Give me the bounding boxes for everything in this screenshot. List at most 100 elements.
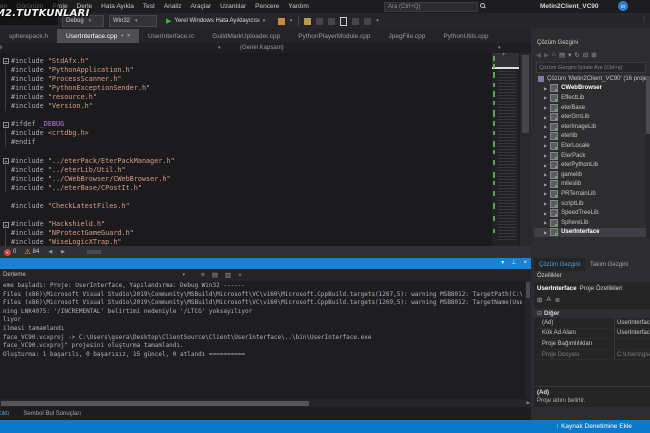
expand-arrow-icon[interactable]: ▶: [544, 230, 547, 235]
code-editor[interactable]: #include "StdAfx.h" #include "PythonAppli…: [0, 53, 531, 246]
project-node-eterImageLib[interactable]: ▶ eterImageLib: [534, 122, 646, 132]
forward-icon[interactable]: ▶: [544, 51, 549, 59]
project-node-EterPack[interactable]: ▶ EterPack: [534, 151, 646, 161]
scrollbar-thumb[interactable]: [522, 55, 529, 133]
expand-arrow-icon[interactable]: ▶: [544, 134, 547, 139]
goto-message-icon[interactable]: ≡: [201, 272, 205, 279]
menu-item-pencere[interactable]: Pencere: [251, 1, 284, 12]
chevron-down-icon[interactable]: ▾: [498, 45, 501, 51]
solution-explorer-scrollbar[interactable]: [646, 74, 650, 238]
account-avatar[interactable]: IO: [618, 1, 628, 11]
expand-arrow-icon[interactable]: ▶: [544, 153, 547, 158]
close-icon[interactable]: ×: [127, 33, 130, 39]
editor-tab-spherepack.h[interactable]: spherepack.h: [0, 29, 57, 43]
copy-output-icon[interactable]: ▤: [212, 271, 218, 279]
project-node-eterBase[interactable]: ▶ eterBase: [534, 103, 646, 113]
word-wrap-icon[interactable]: ▥: [225, 271, 231, 279]
expand-arrow-icon[interactable]: ▶: [544, 211, 547, 216]
explorer-tab-Takım Gezgini[interactable]: Takım Gezgini: [585, 258, 633, 271]
menu-item-yardım[interactable]: Yardım: [284, 1, 313, 12]
project-node-EffectLib[interactable]: ▶ EffectLib: [534, 93, 646, 103]
back-icon[interactable]: ◀: [536, 51, 541, 59]
expand-arrow-icon[interactable]: ▶: [544, 220, 547, 225]
window-position-icon[interactable]: ▾: [501, 259, 504, 268]
add-to-source-control-button[interactable]: Kaynak Denetimine Ekle: [556, 423, 632, 430]
next-issue-icon[interactable]: ▶: [61, 249, 65, 255]
project-node-eterGrnLib[interactable]: ▶ eterGrnLib: [534, 112, 646, 122]
project-node-CWebBrowser[interactable]: ▶ CWebBrowser: [534, 84, 646, 94]
outline-collapse-icon[interactable]: [0, 56, 11, 65]
expand-arrow-icon[interactable]: ▶: [544, 191, 547, 196]
open-folder-icon[interactable]: [304, 17, 312, 25]
project-node-PRTerrainLib[interactable]: ▶ PRTerrainLib: [534, 189, 646, 199]
search-icon[interactable]: [480, 3, 485, 8]
member-dropdown[interactable]: (Genel Kapsam): [240, 45, 284, 51]
tool-tab-Çıktı[interactable]: Çıktı: [0, 411, 16, 417]
expand-arrow-icon[interactable]: ▶: [544, 105, 547, 110]
expand-arrow-icon[interactable]: ▶: [544, 163, 547, 168]
collapse-all-icon[interactable]: ⊟: [583, 51, 588, 59]
property-row-Proje Dosyası[interactable]: Proje DosyasıC:\Users\gsera\: [534, 349, 650, 361]
outline-collapse-icon[interactable]: [0, 156, 11, 165]
properties-section-header[interactable]: Diğer: [534, 309, 650, 318]
expand-arrow-icon[interactable]: ▶: [544, 143, 547, 148]
project-node-SphereLib[interactable]: ▶ SphereLib: [534, 218, 646, 228]
project-node-SpeedTreeLib[interactable]: ▶ SpeedTreeLib: [534, 208, 646, 218]
scrollbar-thumb[interactable]: [1, 400, 309, 406]
clear-all-icon[interactable]: ×: [238, 272, 242, 279]
menu-item-test[interactable]: Test: [138, 1, 159, 12]
split-editor-icon[interactable]: +: [502, 53, 506, 58]
outline-collapse-icon[interactable]: [0, 220, 11, 229]
show-all-files-icon[interactable]: ⊞: [591, 51, 596, 59]
project-node-eterPythonLib[interactable]: ▶ eterPythonLib: [534, 160, 646, 170]
error-icon[interactable]: ×: [4, 248, 11, 256]
editor-tab-JpegFile.cpp[interactable]: JpegFile.cpp: [380, 29, 435, 43]
feedback-icon[interactable]: [277, 17, 285, 25]
categorized-icon[interactable]: ⊞: [537, 296, 542, 304]
switch-views-icon[interactable]: ▤: [559, 51, 565, 59]
property-row-Kök Ad Alanı[interactable]: Kök Ad Alanı UserInterface: [534, 328, 650, 340]
editor-tab-PythonUtils.cpp[interactable]: PythonUtils.cpp: [434, 29, 497, 43]
editor-tab-PythonPlayerModule.cpp[interactable]: PythonPlayerModule.cpp: [289, 29, 379, 43]
output-title-bar[interactable]: Çıktı ▾ ⊥ ×: [0, 258, 531, 269]
project-node-eterlib[interactable]: ▶ eterlib: [534, 132, 646, 142]
solution-explorer-search-input[interactable]: Çözüm Gezgini İçinde Ara (Ctrl+ş): [536, 62, 646, 73]
scroll-right-arrow-icon[interactable]: ▶: [527, 400, 530, 406]
pin-icon[interactable]: ▪: [121, 33, 123, 39]
auto-hide-pin-icon[interactable]: ⊥: [511, 259, 516, 268]
project-node-gamelib[interactable]: ▶ gamelib: [534, 170, 646, 180]
project-node-UserInterface[interactable]: ▶ UserInterface: [534, 227, 646, 238]
editor-vertical-scrollbar[interactable]: [520, 53, 531, 246]
previous-issue-icon[interactable]: ◀: [48, 249, 52, 255]
scrollbar-thumb[interactable]: [646, 76, 650, 134]
toolbar-overflow-icon[interactable]: ⋮: [641, 16, 647, 23]
tool-tab-Sembol Bul Sonuçları[interactable]: Sembol Bul Sonuçları: [16, 411, 88, 417]
editor-tab-GuildMarkUploader.cpp[interactable]: GuildMarkUploader.cpp: [203, 29, 289, 43]
close-icon[interactable]: ×: [523, 259, 527, 268]
menu-item-araçlar[interactable]: Araçlar: [186, 1, 216, 12]
expand-arrow-icon[interactable]: ▶: [544, 115, 547, 120]
explorer-tab-Çözüm Gezgini[interactable]: Çözüm Gezgini: [534, 258, 586, 271]
quick-search-input[interactable]: Ara (Ctrl+Q): [384, 2, 478, 12]
outline-collapse-icon[interactable]: [0, 120, 11, 129]
property-pages-icon[interactable]: ≣: [555, 296, 560, 304]
caret-icon[interactable]: ▾: [568, 51, 571, 59]
chevron-down-icon[interactable]: ▾: [218, 45, 221, 51]
expand-arrow-icon[interactable]: ▶: [544, 201, 547, 206]
caret-icon[interactable]: ▾: [290, 18, 293, 25]
navigate-back-icon[interactable]: [316, 17, 324, 25]
solution-root-node[interactable]: Çözüm 'Metin2Client_VC90' (16 proje: [534, 74, 646, 84]
prev-bookmark-icon[interactable]: [352, 17, 360, 25]
property-row-Proje Bağımlılıkları[interactable]: Proje Bağımlılıkları: [534, 339, 650, 350]
output-log[interactable]: eme başladı: Proje: UserInterface, Yapıl…: [3, 282, 522, 398]
menu-item-hata-ayıkla[interactable]: Hata Ayıkla: [97, 1, 139, 12]
property-row-(Ad)[interactable]: (Ad) UserInterface: [534, 318, 650, 329]
menu-item-analiz[interactable]: Analiz: [159, 1, 186, 12]
alphabetical-icon[interactable]: A: [546, 296, 550, 304]
next-bookmark-icon[interactable]: [364, 17, 372, 25]
project-node-scriptLib[interactable]: ▶ scriptLib: [534, 199, 646, 209]
home-icon[interactable]: ⌂: [552, 51, 556, 58]
editor-tab-UserInterface.cpp[interactable]: UserInterface.cpp ▪ ×: [57, 29, 140, 43]
warning-icon[interactable]: ⚠: [24, 249, 30, 256]
navigate-forward-icon[interactable]: [328, 17, 336, 25]
